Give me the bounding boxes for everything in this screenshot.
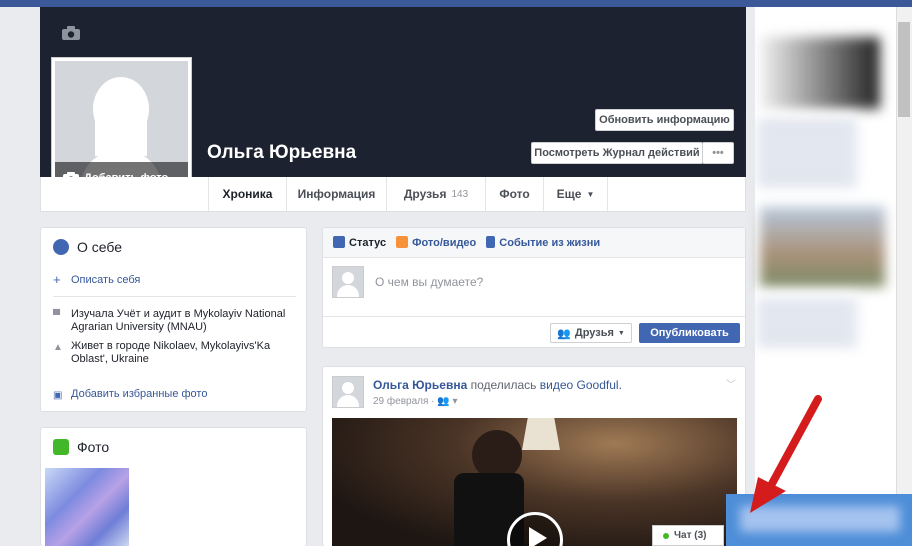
tab-label: Еще [556, 187, 582, 201]
status-input[interactable]: О чем вы думаете? [375, 275, 483, 289]
more-options-button[interactable]: ••• [702, 142, 734, 164]
about-card: О себе + Описать себя ▀ Изучала Учёт и а… [40, 227, 307, 412]
publish-button[interactable]: Опубликовать [639, 323, 740, 343]
tab-status[interactable]: Статус [333, 236, 386, 249]
ad-image[interactable] [760, 207, 885, 287]
top-bar [0, 0, 912, 7]
update-info-button[interactable]: Обновить информацию [595, 109, 734, 131]
plus-icon: + [53, 272, 61, 287]
tab-life-event[interactable]: Событие из жизни [486, 236, 600, 249]
tab-more[interactable]: Еще ▼ [543, 177, 608, 211]
online-dot-icon [663, 532, 669, 539]
divider [323, 316, 745, 317]
ad-text[interactable] [757, 295, 857, 345]
page-link[interactable]: Goodful. [577, 378, 622, 392]
flag-icon [486, 236, 496, 248]
ad-text[interactable] [757, 115, 857, 185]
photo-thumbnail[interactable] [45, 468, 129, 546]
divider [53, 296, 296, 297]
chat-label: Чат (3) [674, 530, 707, 541]
photos-header: Фото [53, 439, 109, 455]
tab-photo-video[interactable]: Фото/видео [396, 236, 476, 249]
chevron-down-icon: ▼ [617, 329, 625, 337]
education-text[interactable]: Изучала Учёт и аудит в Mykolayiv Nationa… [71, 308, 296, 334]
photos-card: Фото [40, 427, 307, 546]
tab-photo-label: Фото/видео [412, 237, 477, 249]
tab-event-label: Событие из жизни [499, 237, 601, 249]
chevron-down-icon: ▼ [586, 189, 595, 199]
post-date[interactable]: 29 февраля [373, 396, 428, 407]
lamp-shade [522, 418, 560, 450]
graduation-cap-icon: ▀ [53, 310, 61, 321]
house-icon: ▲ [53, 342, 63, 353]
tab-label: Друзья [403, 187, 447, 201]
tab-photos[interactable]: Фото [485, 177, 543, 211]
photo-icon: ▣ [53, 390, 63, 401]
video-link[interactable]: видео [540, 378, 573, 392]
tab-status-label: Статус [349, 237, 387, 249]
post-meta: 29 февраля · 👥 ▾ [373, 396, 458, 407]
describe-label[interactable]: Описать себя [71, 274, 140, 287]
tab-friends[interactable]: Друзья 143 [386, 177, 485, 211]
profile-name[interactable]: Ольга Юрьевна [207, 142, 356, 164]
audience-icon[interactable]: 👥 ▾ [437, 396, 457, 407]
photos-title: Фото [77, 439, 110, 455]
post-author-link[interactable]: Ольга Юрьевна [373, 378, 467, 392]
play-icon [529, 527, 547, 546]
shared-text: поделилась [470, 378, 537, 392]
activity-log-button[interactable]: Посмотреть Журнал действий [531, 142, 703, 164]
post-author-avatar[interactable] [332, 376, 364, 408]
audience-label: Друзья [574, 327, 614, 339]
composer-card: Статус Фото/видео Событие из жизни О чем… [322, 227, 746, 348]
scrollbar-thumb[interactable] [898, 22, 910, 117]
user-avatar-small [332, 266, 364, 298]
about-title: О себе [77, 239, 123, 255]
pencil-icon [333, 236, 345, 248]
tab-label: Фото [499, 187, 530, 201]
friends-count: 143 [451, 188, 469, 200]
globe-icon [53, 239, 69, 255]
audience-selector[interactable]: 👥 Друзья ▼ [550, 323, 632, 343]
about-header: О себе [53, 239, 122, 255]
education-row: ▀ Изучала Учёт и аудит в Mykolayiv Natio… [53, 308, 293, 336]
photos-icon [53, 439, 69, 455]
tab-about[interactable]: Информация [286, 177, 386, 211]
chat-button[interactable]: Чат (3) [652, 525, 724, 546]
ad-image[interactable] [760, 37, 880, 109]
post-header: Ольга Юрьевна поделилась видео Goodful. [373, 378, 622, 392]
lives-text[interactable]: Живет в городе Nikolaev, Mykolayivs'Ka O… [71, 340, 296, 366]
add-featured-label[interactable]: Добавить избранные фото [71, 388, 207, 401]
photo-icon [396, 236, 409, 248]
post-card: Ольга Юрьевна поделилась видео Goodful. … [322, 366, 746, 546]
friends-icon: 👥 [557, 327, 571, 340]
camera-icon[interactable] [62, 26, 80, 40]
composer-tabs: Статус Фото/видео Событие из жизни [323, 228, 745, 258]
tab-timeline[interactable]: Хроника [208, 177, 286, 211]
separator: · [431, 396, 435, 407]
post-options-chevron-icon[interactable]: ﹀ [726, 376, 736, 391]
lives-row: ▲ Живет в городе Nikolaev, Mykolayivs'Ka… [53, 340, 293, 368]
profile-nav-bar: Хроника Информация Друзья 143 Фото Еще ▼ [40, 177, 746, 212]
tab-label: Хроника [222, 187, 273, 201]
tab-label: Информация [297, 187, 376, 201]
red-arrow-annotation-icon [750, 395, 822, 513]
